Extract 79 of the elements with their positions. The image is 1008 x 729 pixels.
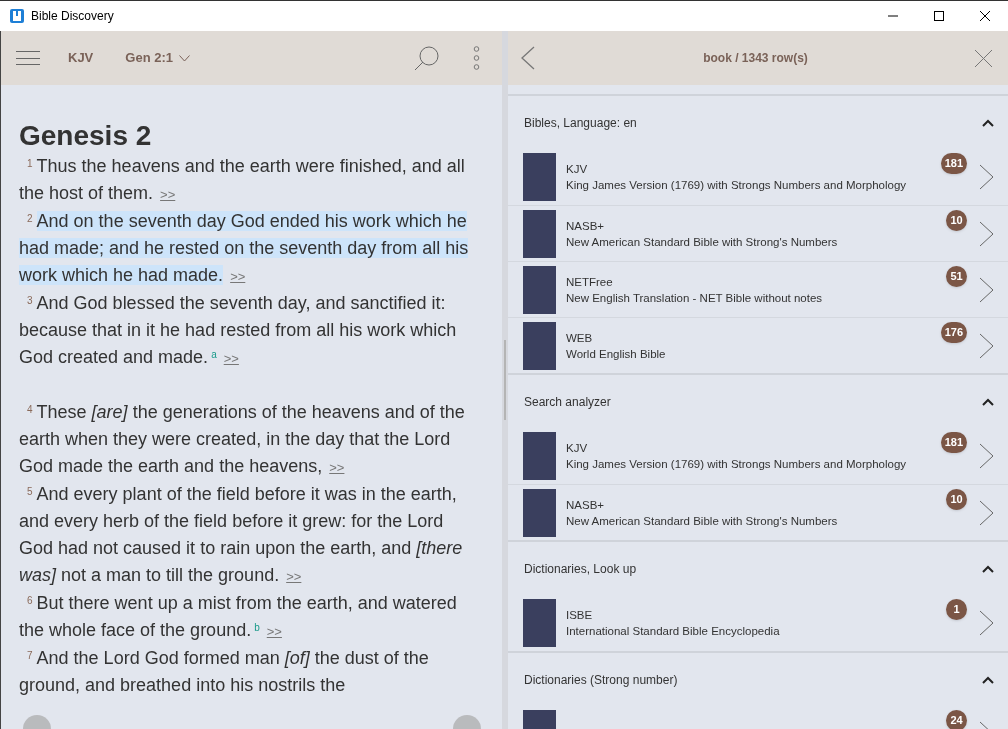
version-button[interactable]: KJV bbox=[68, 48, 94, 68]
count-badge: 10 bbox=[946, 210, 967, 231]
collapse-caret-icon[interactable] bbox=[982, 118, 994, 127]
chevron-right-icon bbox=[979, 332, 994, 359]
more-options-icon[interactable] bbox=[473, 46, 480, 70]
collapse-caret-icon[interactable] bbox=[982, 675, 994, 684]
cross-reference-link[interactable]: >> bbox=[160, 187, 176, 202]
result-row[interactable]: NASB+ New American Standard Bible with Strong's Numbers 10 bbox=[508, 484, 1008, 540]
book-name: WEB bbox=[566, 330, 593, 346]
count-badge: 10 bbox=[946, 489, 967, 510]
back-icon[interactable] bbox=[520, 46, 536, 70]
verse-text[interactable]: $^{4}$ These [are] the generations of the heavens and of the earth when they were created, in the day that the Lord God made the earth and the heavens, >> bbox=[19, 372, 482, 481]
book-name: KJV bbox=[566, 441, 588, 456]
verse-text[interactable]: $^{7}$ And the Lord God formed man [of] the dust of the ground, and breathed into his nostrils the bbox=[19, 645, 482, 699]
maximize-icon bbox=[934, 11, 944, 21]
result-row[interactable]: ISBE International Standard Bible Encyclopedia 1 bbox=[508, 595, 1008, 651]
book-description: New English Translation - NET Bible without notes bbox=[566, 290, 823, 306]
book-cover-placeholder bbox=[523, 153, 556, 201]
results-title: book / 1343 row(s) bbox=[702, 50, 809, 67]
book-name: NASB+ bbox=[566, 218, 605, 234]
book-description: King James Version (1769) with Strongs Numbers and Morphology bbox=[566, 457, 907, 472]
result-row[interactable]: 24 bbox=[508, 706, 1008, 729]
chevron-right-icon bbox=[979, 610, 994, 636]
book-description: International Standard Bible Encyclopedia bbox=[566, 624, 780, 639]
window-title: Bible Discovery bbox=[31, 8, 114, 25]
chapter-title: Genesis 2 bbox=[19, 119, 153, 153]
book-cover-placeholder bbox=[523, 265, 556, 314]
book-cover-placeholder bbox=[523, 432, 556, 480]
verse-text[interactable]: $^{6}$ But there went up a mist from the earth, and watered the whole face of the ground. $^{b}$ >> bbox=[19, 590, 482, 645]
chevron-right-icon bbox=[979, 220, 994, 247]
count-badge: 24 bbox=[946, 710, 967, 729]
count-badge: 181 bbox=[940, 153, 967, 174]
book-name: KJV bbox=[566, 162, 588, 177]
collapse-caret-icon[interactable] bbox=[982, 397, 994, 406]
book-cover-placeholder bbox=[523, 209, 556, 258]
book-description: New American Standard Bible with Strong's Numbers bbox=[566, 513, 838, 529]
result-row[interactable]: NASB+ New American Standard Bible with Strong's Numbers 10 bbox=[508, 205, 1008, 261]
splitter-handle[interactable] bbox=[504, 340, 506, 420]
verse-text[interactable]: $^{1}$ Thus the heavens and the earth were finished, and all the host of them. >> bbox=[19, 153, 482, 208]
chevron-right-icon bbox=[979, 276, 994, 303]
book-description: New American Standard Bible with Strong's Numbers bbox=[566, 234, 838, 250]
count-badge: 176 bbox=[940, 322, 967, 343]
chevron-down-icon bbox=[179, 54, 190, 62]
book-cover-placeholder bbox=[523, 488, 556, 537]
chevron-right-icon bbox=[979, 164, 994, 190]
app-logo-icon bbox=[9, 8, 25, 24]
chevron-right-icon bbox=[979, 499, 994, 526]
cross-reference-link[interactable]: >> bbox=[286, 569, 302, 584]
count-badge: 181 bbox=[940, 432, 967, 453]
count-badge: 51 bbox=[946, 266, 967, 287]
book-name: NASB+ bbox=[566, 497, 605, 513]
section-title: Dictionaries (Strong number) bbox=[524, 671, 679, 689]
book-cover-placeholder bbox=[523, 321, 556, 370]
book-cover-placeholder bbox=[523, 599, 556, 647]
book-description: King James Version (1769) with Strongs Numbers and Morphology bbox=[566, 178, 907, 193]
count-badge: 1 bbox=[946, 599, 967, 620]
chevron-right-icon bbox=[979, 443, 994, 469]
close-icon[interactable] bbox=[975, 49, 992, 67]
result-row[interactable]: KJV King James Version (1769) with Strongs Numbers and Morphology 181 bbox=[508, 149, 1008, 205]
verse-text[interactable]: $^{3}$ And God blessed the seventh day, and sanctified it: because that in it he had rested from all his work which God created and made. $^{a}$ >> bbox=[19, 290, 482, 372]
book-description: World English Bible bbox=[566, 346, 666, 362]
verse-text[interactable]: $^{5}$ And every plant of the field before it was in the earth, and every herb of the field before it grew: for the Lord God had not caused it to rain upon the earth, and [there was] not a man to till the ground. >> bbox=[19, 481, 482, 590]
close-icon bbox=[980, 11, 990, 21]
menu-icon[interactable] bbox=[16, 51, 40, 65]
cross-reference-link[interactable]: >> bbox=[230, 269, 246, 284]
reference-dropdown[interactable]: Gen 2:1 bbox=[125, 48, 190, 68]
section-title: Dictionaries, Look up bbox=[524, 560, 638, 578]
section-title: Search analyzer bbox=[524, 393, 612, 411]
section-title: Bibles, Language: en bbox=[524, 114, 638, 132]
cross-reference-link[interactable]: >> bbox=[266, 624, 282, 639]
book-name: NETFree bbox=[566, 274, 613, 290]
result-row[interactable]: KJV King James Version (1769) with Strongs Numbers and Morphology 181 bbox=[508, 428, 1008, 484]
cross-reference-link[interactable]: >> bbox=[329, 460, 345, 475]
collapse-caret-icon[interactable] bbox=[982, 564, 994, 573]
result-row[interactable]: WEB World English Bible 176 bbox=[508, 317, 1008, 373]
search-icon[interactable] bbox=[414, 45, 440, 71]
result-row[interactable]: NETFree New English Translation - NET Bible without notes 51 bbox=[508, 261, 1008, 317]
book-name: ISBE bbox=[566, 608, 593, 623]
cross-reference-link[interactable]: >> bbox=[223, 351, 239, 366]
